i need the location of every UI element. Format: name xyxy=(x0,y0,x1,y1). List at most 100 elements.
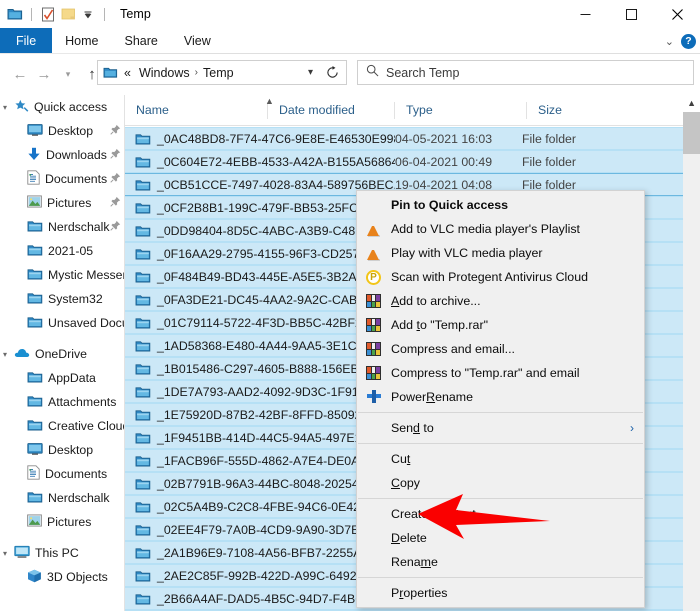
menu-item-powerrename[interactable]: PowerRename xyxy=(357,385,644,409)
context-menu[interactable]: Pin to Quick access Add to VLC media play… xyxy=(356,190,645,608)
sidebar-item-3d-objects[interactable]: 3D Objects xyxy=(0,565,124,589)
breadcrumb-overflow[interactable]: « xyxy=(120,66,135,80)
file-name-cell[interactable]: _0AC48BD8-7F74-47C6-9E8E-E46530E99891 xyxy=(125,132,395,146)
menu-item-compress-and-email[interactable]: Compress and email... xyxy=(357,337,644,361)
maximize-button[interactable] xyxy=(608,0,654,28)
file-name-cell[interactable]: _02B7791B-96A3-44BC-8048-202540 xyxy=(125,477,395,491)
tab-view[interactable]: View xyxy=(171,28,224,54)
file-name-cell[interactable]: _2AE2C85F-992B-422D-A99C-6492E xyxy=(125,569,395,583)
chevron-down-icon[interactable]: ▾ xyxy=(3,549,7,558)
column-header-type[interactable]: Type xyxy=(395,95,527,126)
sidebar-item-2021-05[interactable]: 2021-05 xyxy=(0,239,124,263)
new-folder-icon[interactable] xyxy=(58,4,78,24)
file-name-cell[interactable]: _0F484B49-BD43-445E-A5E5-3B2AF xyxy=(125,270,395,284)
file-name-label: _1F9451BB-414D-44C5-94A5-497E14 xyxy=(157,430,369,445)
sidebar-item-system32[interactable]: System32 xyxy=(0,287,124,311)
address-dropdown-icon[interactable]: ▾ xyxy=(302,67,319,78)
sidebar-group-onedrive[interactable]: ▾ OneDrive xyxy=(0,342,124,366)
folder-icon xyxy=(135,523,151,536)
breadcrumb-temp[interactable]: Temp xyxy=(199,66,238,80)
explorer-icon[interactable] xyxy=(5,4,25,24)
sidebar-item-attachments[interactable]: Attachments xyxy=(0,390,124,414)
menu-item-cut[interactable]: Cut xyxy=(357,447,644,471)
sidebar-item-label: Nerdschalk xyxy=(48,491,110,505)
sidebar-item-unsaved-docu[interactable]: Unsaved Docu xyxy=(0,311,124,335)
menu-item-add-to-archive[interactable]: Add to archive... xyxy=(357,289,644,313)
chevron-down-icon[interactable]: ⌄ xyxy=(665,35,674,48)
sidebar-item-nerdschalk[interactable]: Nerdschalk xyxy=(0,486,124,510)
sidebar-item-nerdschalk[interactable]: Nerdschalk xyxy=(0,215,124,239)
table-row[interactable]: _0AC48BD8-7F74-47C6-9E8E-E46530E99891 04-… xyxy=(125,127,683,150)
sidebar-item-desktop[interactable]: Desktop xyxy=(0,119,124,143)
sidebar-item-creative-cloud[interactable]: Creative Cloud xyxy=(0,414,124,438)
tab-share[interactable]: Share xyxy=(112,28,171,54)
close-button[interactable] xyxy=(654,0,700,28)
tab-file[interactable]: File xyxy=(0,28,53,54)
file-name-cell[interactable]: _2B66A4AF-DAD5-4B5C-94D7-F4BC xyxy=(125,592,395,606)
file-name-cell[interactable]: _1DE7A793-AAD2-4092-9D3C-1F91 xyxy=(125,385,395,399)
sidebar-item-label: Nerdschalk xyxy=(48,220,110,234)
file-name-cell[interactable]: _1E75920D-87B2-42BF-8FFD-85092E xyxy=(125,408,395,422)
file-name-cell[interactable]: _0CB51CCE-7497-4028-83A4-589756BEC... xyxy=(125,178,395,192)
sidebar-item-documents[interactable]: Documents xyxy=(0,462,124,486)
file-explorer-window: Temp File Home Share View ⌄ ? ← → ▾ ↑ « … xyxy=(0,0,700,611)
sidebar-item-downloads[interactable]: Downloads xyxy=(0,143,124,167)
properties-icon[interactable] xyxy=(38,4,58,24)
file-name-cell[interactable]: _02EE4F79-7A0B-4CD9-9A90-3D7EC xyxy=(125,523,395,537)
sidebar-item-label: Downloads xyxy=(46,148,107,162)
search-box[interactable]: Search Temp xyxy=(357,60,694,85)
file-name-cell[interactable]: _0CF2B8B1-199C-479F-BB53-25FC5 xyxy=(125,201,395,215)
file-name-cell[interactable]: _0FA3DE21-DC45-4AA2-9A2C-CABI xyxy=(125,293,395,307)
address-bar[interactable]: « Windows › Temp ▾ xyxy=(97,60,322,85)
menu-item-add-to-vlc-media-player-s-playlist[interactable]: Add to VLC media player's Playlist xyxy=(357,217,644,241)
chevron-down-icon[interactable]: ▾ xyxy=(3,350,7,359)
column-header-name[interactable]: Name xyxy=(125,95,268,126)
column-header-size[interactable]: Size xyxy=(527,95,577,126)
scrollbar-thumb[interactable] xyxy=(683,112,700,154)
file-name-cell[interactable]: _02C5A4B9-C2C8-4FBE-94C6-0E428 xyxy=(125,500,395,514)
tab-home[interactable]: Home xyxy=(52,28,111,54)
breadcrumb-windows[interactable]: Windows xyxy=(135,66,194,80)
folder-icon xyxy=(135,201,151,214)
sidebar-group-quick-access[interactable]: ▾ Quick access xyxy=(0,95,124,119)
sidebar-group-this-pc[interactable]: ▾ This PC xyxy=(0,541,124,565)
file-name-cell[interactable]: _01C79114-5722-4F3D-BB5C-42BF2 xyxy=(125,316,395,330)
sidebar-item-documents[interactable]: Documents xyxy=(0,167,124,191)
sidebar-item-appdata[interactable]: AppData xyxy=(0,366,124,390)
refresh-button[interactable] xyxy=(319,60,347,85)
sidebar-item-label: Pictures xyxy=(47,515,92,529)
file-name-cell[interactable]: _1B015486-C297-4605-B888-156EBD xyxy=(125,362,395,376)
file-name-cell[interactable]: _1F9451BB-414D-44C5-94A5-497E14 xyxy=(125,431,395,445)
chevron-down-icon[interactable]: ▾ xyxy=(3,103,7,112)
menu-item-compress-to-temp-rar-and-email[interactable]: Compress to "Temp.rar" and email xyxy=(357,361,644,385)
table-row[interactable]: _0C604E72-4EBB-4533-A42A-B155A56864... 06… xyxy=(125,150,683,173)
sidebar-item-pictures[interactable]: Pictures xyxy=(0,510,124,534)
file-name-cell[interactable]: _0DD98404-8D5C-4ABC-A3B9-C48E xyxy=(125,224,395,238)
menu-item-properties[interactable]: Properties xyxy=(357,581,644,605)
menu-item-send-to[interactable]: Send to › xyxy=(357,416,644,440)
menu-item-pin-to-quick-access[interactable]: Pin to Quick access xyxy=(357,193,644,217)
sidebar-item-desktop[interactable]: Desktop xyxy=(0,438,124,462)
sidebar-item-pictures[interactable]: Pictures xyxy=(0,191,124,215)
file-name-cell[interactable]: _0F16AA29-2795-4155-96F3-CD2578 xyxy=(125,247,395,261)
help-icon[interactable]: ? xyxy=(681,33,696,49)
file-name-cell[interactable]: _1FACB96F-555D-4862-A7E4-DE0AD xyxy=(125,454,395,468)
column-header-date-modified[interactable]: Date modified xyxy=(268,95,395,126)
minimize-button[interactable] xyxy=(562,0,608,28)
customize-chevron-icon[interactable] xyxy=(78,4,98,24)
scroll-up-icon[interactable]: ▲ xyxy=(687,98,696,108)
file-name-label: _1FACB96F-555D-4862-A7E4-DE0AD xyxy=(157,453,369,468)
file-name-cell[interactable]: _2A1B96E9-7108-4A56-BFB7-2255A xyxy=(125,546,395,560)
menu-item-play-with-vlc-media-player[interactable]: Play with VLC media player xyxy=(357,241,644,265)
recent-locations-button[interactable]: ▾ xyxy=(56,61,80,87)
file-name-cell[interactable]: _1AD58368-E480-4A44-9AA5-3E1C3 xyxy=(125,339,395,353)
back-button[interactable]: ← xyxy=(8,61,32,87)
file-name-cell[interactable]: _0C604E72-4EBB-4533-A42A-B155A56864... xyxy=(125,155,395,169)
forward-button[interactable]: → xyxy=(32,61,56,87)
navigation-pane[interactable]: ▾ Quick access Desktop Downloads Documents Pi… xyxy=(0,95,124,611)
menu-item-rename[interactable]: Rename xyxy=(357,550,644,574)
menu-item-scan-with-protegent-antivirus-cloud[interactable]: P Scan with Protegent Antivirus Cloud xyxy=(357,265,644,289)
sidebar-item-mystic-messer[interactable]: Mystic Messer xyxy=(0,263,124,287)
menu-item-add-to-temp-rar[interactable]: Add to "Temp.rar" xyxy=(357,313,644,337)
vertical-scrollbar[interactable] xyxy=(683,112,700,611)
